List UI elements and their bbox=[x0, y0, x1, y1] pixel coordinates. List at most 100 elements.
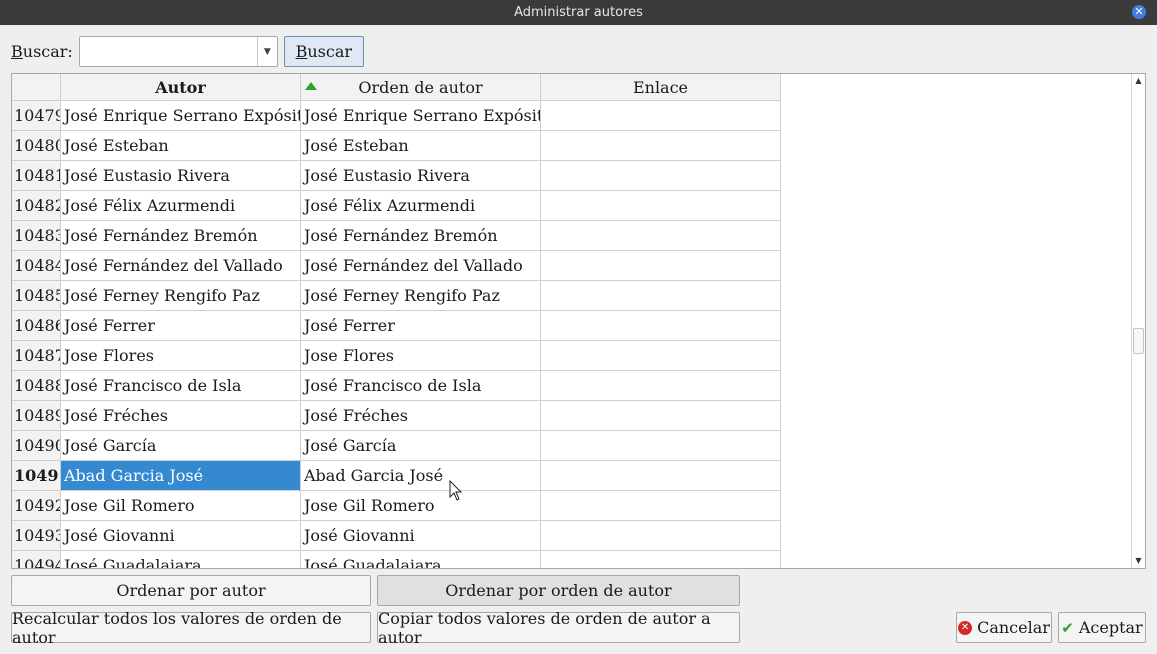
author-cell[interactable]: José Ferrer bbox=[61, 311, 301, 341]
link-cell[interactable] bbox=[541, 491, 781, 521]
table-row[interactable]: 10490 José García José García bbox=[12, 431, 1132, 461]
table-row[interactable]: 10486 José Ferrer José Ferrer bbox=[12, 311, 1132, 341]
sort-by-author-sort-label: Ordenar por orden de autor bbox=[445, 581, 672, 600]
author-cell[interactable]: Abad Garcia José bbox=[61, 461, 301, 491]
author-cell[interactable]: Jose Gil Romero bbox=[61, 491, 301, 521]
column-header-autor-label: Autor bbox=[155, 78, 206, 97]
scrollbar-thumb[interactable] bbox=[1133, 328, 1144, 354]
link-cell[interactable] bbox=[541, 101, 781, 131]
row-number: 10483 bbox=[12, 221, 61, 251]
author-cell[interactable]: José Guadalajara bbox=[61, 551, 301, 568]
author-cell[interactable]: José Enrique Serrano Expósito bbox=[61, 101, 301, 131]
author-cell[interactable]: José Fréches bbox=[61, 401, 301, 431]
table-row[interactable]: 10480 José Esteban José Esteban bbox=[12, 131, 1132, 161]
link-cell[interactable] bbox=[541, 401, 781, 431]
chevron-down-icon[interactable]: ▼ bbox=[256, 37, 277, 66]
link-cell[interactable] bbox=[541, 521, 781, 551]
table-row[interactable]: 10494 José Guadalajara José Guadalajara bbox=[12, 551, 1132, 568]
row-number: 10481 bbox=[12, 161, 61, 191]
recalculate-button[interactable]: Recalcular todos los valores de orden de… bbox=[11, 609, 371, 647]
column-header-enlace-label: Enlace bbox=[632, 78, 689, 97]
window-title: Administrar autores bbox=[514, 5, 643, 20]
author-cell[interactable]: José Fernández del Vallado bbox=[61, 251, 301, 281]
accept-label: Aceptar bbox=[1078, 618, 1143, 637]
accept-button[interactable]: ✔ Aceptar bbox=[1058, 612, 1146, 643]
link-cell[interactable] bbox=[541, 191, 781, 221]
column-header-enlace[interactable]: Enlace bbox=[541, 74, 781, 101]
author-sort-cell[interactable]: José Ferrer bbox=[301, 311, 541, 341]
author-sort-cell[interactable]: Jose Flores bbox=[301, 341, 541, 371]
link-cell[interactable] bbox=[541, 131, 781, 161]
author-sort-cell[interactable]: José Fernández del Vallado bbox=[301, 251, 541, 281]
column-header-autor[interactable]: Autor bbox=[61, 74, 301, 101]
link-cell[interactable] bbox=[541, 311, 781, 341]
row-number: 10493 bbox=[12, 521, 61, 551]
search-row: Buscar: ▼ Buscar bbox=[11, 36, 364, 67]
author-sort-cell[interactable]: Abad Garcia José bbox=[301, 461, 541, 491]
scroll-down-icon[interactable]: ▼ bbox=[1132, 554, 1145, 568]
sort-by-author-button[interactable]: Ordenar por autor bbox=[11, 575, 371, 606]
author-sort-cell[interactable]: José Fernández Bremón bbox=[301, 221, 541, 251]
row-number: 10491 bbox=[12, 461, 61, 491]
author-sort-cell[interactable]: José Giovanni bbox=[301, 521, 541, 551]
link-cell[interactable] bbox=[541, 251, 781, 281]
table-row[interactable]: 10488 José Francisco de Isla José Francisc… bbox=[12, 371, 1132, 401]
author-sort-cell[interactable]: José Esteban bbox=[301, 131, 541, 161]
authors-table[interactable]: Autor Orden de autor Enlace 10479 José En… bbox=[11, 73, 1146, 569]
search-button-rest: uscar bbox=[307, 42, 353, 61]
cancel-icon: ✕ bbox=[958, 620, 973, 635]
link-cell[interactable] bbox=[541, 371, 781, 401]
close-icon[interactable]: ✕ bbox=[1132, 5, 1146, 19]
row-number: 10480 bbox=[12, 131, 61, 161]
author-sort-cell[interactable]: Jose Gil Romero bbox=[301, 491, 541, 521]
author-sort-cell[interactable]: José Eustasio Rivera bbox=[301, 161, 541, 191]
sort-by-author-sort-button[interactable]: Ordenar por orden de autor bbox=[377, 575, 740, 606]
column-header-orden[interactable]: Orden de autor bbox=[301, 74, 541, 101]
row-number: 10494 bbox=[12, 551, 61, 568]
table-row[interactable]: 10484 José Fernández del Vallado José Fern… bbox=[12, 251, 1132, 281]
vertical-scrollbar[interactable]: ▲ ▼ bbox=[1131, 74, 1145, 568]
link-cell[interactable] bbox=[541, 221, 781, 251]
table-row[interactable]: 10491Abad Garcia JoséAbad Garcia José bbox=[12, 461, 1132, 491]
author-sort-cell[interactable]: José Enrique Serrano Expósito bbox=[301, 101, 541, 131]
search-label-rest: uscar: bbox=[22, 42, 73, 61]
table-row[interactable]: 10481 José Eustasio Rivera José Eustasio R… bbox=[12, 161, 1132, 191]
author-sort-cell[interactable]: José Fréches bbox=[301, 401, 541, 431]
link-cell[interactable] bbox=[541, 281, 781, 311]
search-button[interactable]: Buscar bbox=[283, 36, 364, 67]
table-row[interactable]: 10483 José Fernández Bremón José Fernández… bbox=[12, 221, 1132, 251]
author-cell[interactable]: José Ferney Rengifo Paz bbox=[61, 281, 301, 311]
row-number: 10482 bbox=[12, 191, 61, 221]
row-number: 10492 bbox=[12, 491, 61, 521]
table-row[interactable]: 10482 José Félix Azurmendi José Félix Azur… bbox=[12, 191, 1132, 221]
author-cell[interactable]: Jose Flores bbox=[61, 341, 301, 371]
author-sort-cell[interactable]: José Guadalajara bbox=[301, 551, 541, 568]
scroll-up-icon[interactable]: ▲ bbox=[1132, 74, 1145, 88]
link-cell[interactable] bbox=[541, 431, 781, 461]
author-cell[interactable]: José Félix Azurmendi bbox=[61, 191, 301, 221]
link-cell[interactable] bbox=[541, 461, 781, 491]
copy-button[interactable]: Copiar todos valores de orden de autor a… bbox=[377, 609, 740, 647]
search-label-mnemonic: B bbox=[11, 42, 23, 61]
author-sort-cell[interactable]: José Félix Azurmendi bbox=[301, 191, 541, 221]
author-cell[interactable]: José Esteban bbox=[61, 131, 301, 161]
author-sort-cell[interactable]: José Francisco de Isla bbox=[301, 371, 541, 401]
table-row[interactable]: 10492 Jose Gil Romero Jose Gil Romero bbox=[12, 491, 1132, 521]
table-row[interactable]: 10493 José Giovanni José Giovanni bbox=[12, 521, 1132, 551]
search-combobox[interactable]: ▼ bbox=[78, 36, 278, 67]
link-cell[interactable] bbox=[541, 341, 781, 371]
table-row[interactable]: 10485 José Ferney Rengifo Paz José Ferney … bbox=[12, 281, 1132, 311]
table-row[interactable]: 10489 José Fréches José Fréches bbox=[12, 401, 1132, 431]
cancel-button[interactable]: ✕ Cancelar bbox=[956, 612, 1052, 643]
author-sort-cell[interactable]: José García bbox=[301, 431, 541, 461]
author-cell[interactable]: José García bbox=[61, 431, 301, 461]
author-cell[interactable]: José Fernández Bremón bbox=[61, 221, 301, 251]
table-row[interactable]: 10479 José Enrique Serrano Expósito José E… bbox=[12, 101, 1132, 131]
author-cell[interactable]: José Giovanni bbox=[61, 521, 301, 551]
author-cell[interactable]: José Francisco de Isla bbox=[61, 371, 301, 401]
link-cell[interactable] bbox=[541, 551, 781, 568]
link-cell[interactable] bbox=[541, 161, 781, 191]
table-row[interactable]: 10487 Jose Flores Jose Flores bbox=[12, 341, 1132, 371]
author-sort-cell[interactable]: José Ferney Rengifo Paz bbox=[301, 281, 541, 311]
author-cell[interactable]: José Eustasio Rivera bbox=[61, 161, 301, 191]
